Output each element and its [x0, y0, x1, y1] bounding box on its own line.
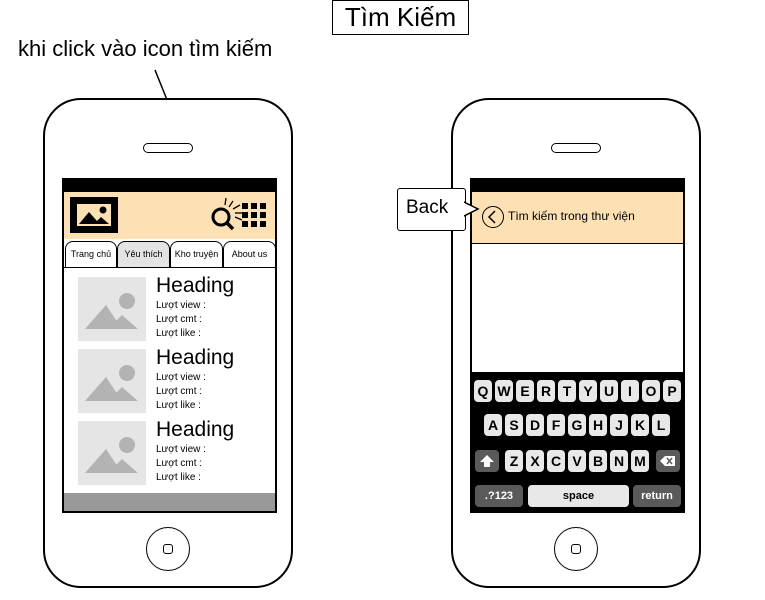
key-g[interactable]: G — [568, 414, 586, 436]
back-arrow-icon[interactable] — [482, 206, 504, 228]
key-z[interactable]: Z — [505, 450, 523, 472]
key-j[interactable]: J — [610, 414, 628, 436]
image-placeholder-icon — [78, 349, 146, 413]
tab-bar: Trang chủ Yêu thích Kho truyện About us — [64, 239, 275, 269]
image-placeholder-icon — [78, 421, 146, 485]
key-d[interactable]: D — [526, 414, 544, 436]
key-w[interactable]: W — [495, 380, 513, 402]
item-views: Lượt view : — [156, 444, 206, 455]
shift-icon[interactable] — [475, 450, 499, 472]
tab-kho-truyen[interactable]: Kho truyện — [170, 241, 223, 267]
speaker — [551, 143, 601, 153]
search-icon[interactable] — [207, 195, 247, 233]
key-c[interactable]: C — [547, 450, 565, 472]
app-header — [64, 192, 275, 239]
bottom-bar — [64, 493, 275, 511]
key-v[interactable]: V — [568, 450, 586, 472]
item-comments: Lượt cmt : — [156, 314, 203, 325]
key-u[interactable]: U — [600, 380, 618, 402]
return-key[interactable]: return — [633, 485, 681, 507]
left-phone: Trang chủ Yêu thích Kho truyện About us … — [43, 98, 293, 588]
status-bar — [64, 180, 275, 192]
key-k[interactable]: K — [631, 414, 649, 436]
image-icon[interactable] — [70, 197, 118, 233]
search-header: Tìm kiếm trong thư viện — [472, 192, 683, 244]
item-heading: Heading — [156, 274, 235, 297]
tab-about-us[interactable]: About us — [223, 241, 275, 267]
story-list: Heading Lượt view : Lượt cmt : Lượt like… — [78, 274, 275, 497]
list-item[interactable]: Heading Lượt view : Lượt cmt : Lượt like… — [78, 346, 275, 417]
home-button[interactable] — [554, 527, 598, 571]
list-item[interactable]: Heading Lượt view : Lượt cmt : Lượt like… — [78, 418, 275, 489]
key-e[interactable]: E — [516, 380, 534, 402]
item-likes: Lượt like : — [156, 472, 201, 483]
key-l[interactable]: L — [652, 414, 670, 436]
item-comments: Lượt cmt : — [156, 386, 203, 397]
key-r[interactable]: R — [537, 380, 555, 402]
key-f[interactable]: F — [547, 414, 565, 436]
right-screen: Tìm kiếm trong thư viện Q W E R T Y U I … — [470, 178, 685, 513]
item-heading: Heading — [156, 346, 235, 369]
tab-yeu-thich[interactable]: Yêu thích — [117, 241, 170, 267]
grid-menu-icon[interactable] — [242, 203, 268, 229]
key-o[interactable]: O — [642, 380, 660, 402]
key-i[interactable]: I — [621, 380, 639, 402]
home-button[interactable] — [146, 527, 190, 571]
list-item[interactable]: Heading Lượt view : Lượt cmt : Lượt like… — [78, 274, 275, 345]
speaker — [143, 143, 193, 153]
search-label[interactable]: Tìm kiếm trong thư viện — [508, 208, 635, 224]
status-bar — [472, 180, 683, 192]
home-square-icon — [163, 544, 173, 554]
item-likes: Lượt like : — [156, 400, 201, 411]
key-p[interactable]: P — [663, 380, 681, 402]
item-views: Lượt view : — [156, 300, 206, 311]
numbers-key[interactable]: .?123 — [475, 485, 523, 507]
delete-icon[interactable] — [656, 450, 680, 472]
key-x[interactable]: X — [526, 450, 544, 472]
key-n[interactable]: N — [610, 450, 628, 472]
item-comments: Lượt cmt : — [156, 458, 203, 469]
key-t[interactable]: T — [558, 380, 576, 402]
divider — [64, 267, 275, 268]
item-likes: Lượt like : — [156, 328, 201, 339]
key-y[interactable]: Y — [579, 380, 597, 402]
key-b[interactable]: B — [589, 450, 607, 472]
key-s[interactable]: S — [505, 414, 523, 436]
key-q[interactable]: Q — [474, 380, 492, 402]
keyboard: Q W E R T Y U I O P A S D F G H J K L Z … — [472, 372, 683, 511]
item-views: Lượt view : — [156, 372, 206, 383]
left-screen: Trang chủ Yêu thích Kho truyện About us … — [62, 178, 277, 513]
key-a[interactable]: A — [484, 414, 502, 436]
key-m[interactable]: M — [631, 450, 649, 472]
key-h[interactable]: H — [589, 414, 607, 436]
image-placeholder-icon — [78, 277, 146, 341]
callout-pointer — [464, 201, 480, 217]
item-heading: Heading — [156, 418, 235, 441]
home-square-icon — [571, 544, 581, 554]
space-key[interactable]: space — [528, 485, 629, 507]
tab-trang-chu[interactable]: Trang chủ — [65, 241, 117, 267]
back-callout: Back — [397, 188, 466, 231]
right-phone: Tìm kiếm trong thư viện Q W E R T Y U I … — [451, 98, 701, 588]
